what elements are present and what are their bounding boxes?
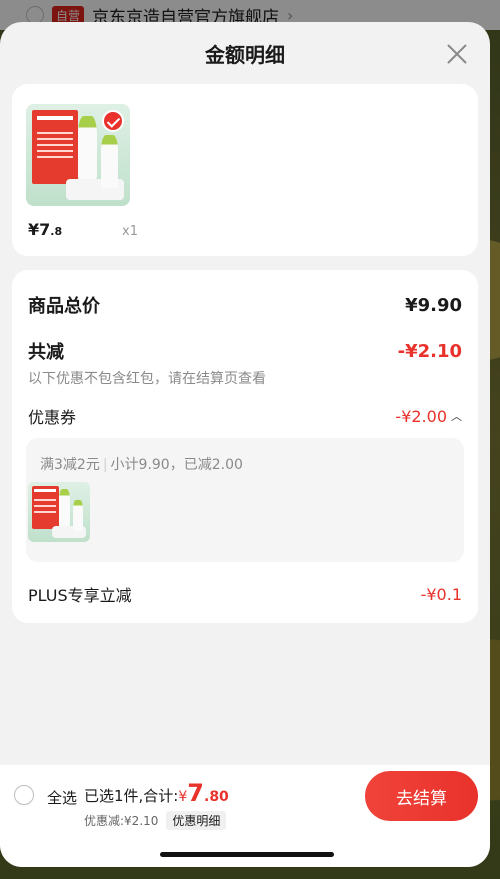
total-integer: 7 (187, 779, 204, 807)
plus-reduce-row: PLUS专享立减 -¥0.1 (28, 582, 462, 606)
amount-detail-sheet: 金额明细 ¥7.8 x1 商品总价 ¥9.90 共减 -¥2.10 以下优惠不包… (0, 22, 490, 867)
total-reduce-value: -¥2.10 (397, 340, 462, 362)
coupon-product-thumbnail (28, 482, 90, 542)
total-currency: ¥ (178, 789, 188, 805)
coupon-value-wrap[interactable]: -¥2.00 ︿ (395, 407, 462, 426)
checkout-button[interactable]: 去结算 (365, 771, 478, 821)
plus-reduce-value: -¥0.1 (420, 584, 462, 604)
goods-total-row: 商品总价 ¥9.90 (28, 292, 462, 318)
coupon-rule-text: 满3减2元 | 小计9.90，已减2.00 (40, 457, 243, 473)
checkout-bar: 全选 已选1件,合计: ¥ 7 .80 优惠减:¥2.10 优惠明细 去结算 (0, 765, 490, 867)
product-card: ¥7.8 x1 (12, 84, 478, 256)
chevron-up-icon[interactable]: ︿ (451, 408, 462, 424)
coupon-subtotal: 小计9.90，已减2.00 (110, 457, 243, 473)
product-thumbnail[interactable] (26, 104, 130, 206)
coupon-detail-box: 满3减2元 | 小计9.90，已减2.00 (26, 438, 464, 562)
goods-total-value: ¥9.90 (405, 294, 462, 316)
product-quantity: x1 (122, 224, 138, 239)
check-icon[interactable] (102, 110, 124, 132)
product-price-row: ¥7.8 x1 (28, 220, 138, 239)
discount-hint: 以下优惠不包含红包，请在结算页查看 (28, 371, 266, 387)
coupon-rule: 满3减2元 (40, 457, 100, 473)
close-icon[interactable] (446, 42, 468, 64)
coupon-product-image (28, 482, 90, 542)
discount-detail-tag[interactable]: 优惠明细 (166, 811, 227, 830)
total-reduce-label: 共减 (28, 342, 64, 363)
coupon-value: -¥2.00 (395, 406, 447, 426)
plus-reduce-label: PLUS专享立减 (28, 586, 132, 605)
total-decimal: .80 (204, 789, 229, 805)
select-all-label[interactable]: 全选 (47, 787, 77, 808)
select-all-radio[interactable] (14, 785, 34, 805)
sheet-header: 金额明细 (0, 22, 490, 84)
total-summary: 已选1件,合计: ¥ 7 .80 (84, 779, 229, 807)
discount-amount: 优惠减:¥2.10 (84, 814, 159, 828)
sheet-title: 金额明细 (205, 42, 285, 67)
goods-total-label: 商品总价 (28, 296, 100, 317)
home-indicator (160, 852, 334, 857)
coupon-label: 优惠券 (28, 408, 77, 427)
total-reduce-row: 共减 -¥2.10 (28, 338, 462, 364)
selected-summary: 已选1件,合计: (84, 787, 179, 805)
discount-line: 优惠减:¥2.10 优惠明细 (84, 811, 227, 830)
coupon-row[interactable]: 优惠券 -¥2.00 ︿ (28, 404, 462, 428)
price-detail-card: 商品总价 ¥9.90 共减 -¥2.10 以下优惠不包含红包，请在结算页查看 优… (12, 270, 478, 623)
product-price: ¥7.8 (28, 220, 63, 239)
